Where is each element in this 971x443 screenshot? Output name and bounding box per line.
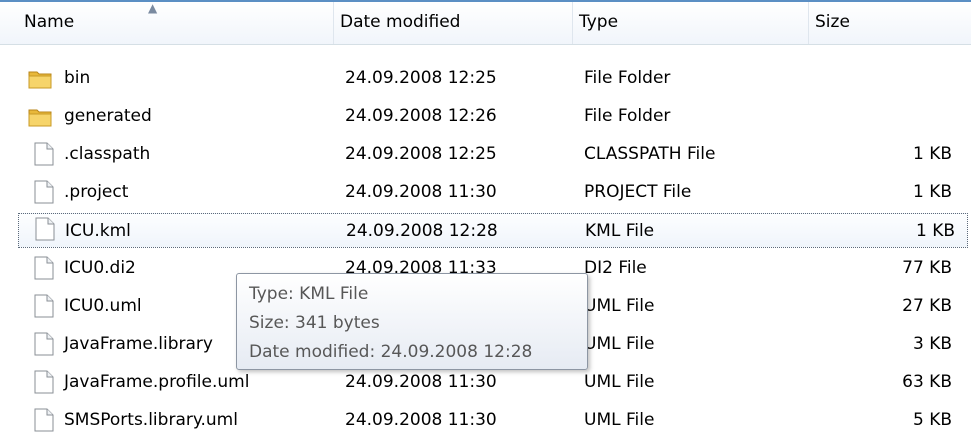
sort-ascending-icon: ▲ (148, 1, 158, 15)
folder-icon (28, 109, 52, 127)
tooltip-size: Size: 341 bytes (249, 313, 380, 333)
list-item-selected[interactable]: ICU.kml 24.09.2008 12:28 KML File 1 KB (18, 213, 968, 248)
folder-icon (28, 71, 52, 89)
file-name: ICU0.uml (64, 296, 142, 316)
file-date: 24.09.2008 12:28 (346, 221, 498, 241)
file-type: File Folder (584, 68, 671, 88)
file-name: JavaFrame.profile.uml (64, 372, 250, 392)
file-icon (34, 180, 54, 204)
file-size: 27 KB (902, 296, 952, 316)
column-header-name-label: Name (24, 12, 75, 32)
file-icon (34, 408, 54, 432)
file-name: ICU.kml (65, 221, 131, 241)
file-icon (34, 256, 54, 280)
file-date: 24.09.2008 12:26 (345, 106, 497, 126)
file-icon (34, 370, 54, 394)
file-icon (34, 332, 54, 356)
file-size: 1 KB (912, 144, 952, 164)
file-name: generated (64, 106, 152, 126)
file-icon (35, 217, 55, 241)
file-date: 24.09.2008 12:25 (345, 68, 497, 88)
column-header: ▲ Name Date modified Type Size (0, 1, 971, 45)
list-item[interactable]: JavaFrame.profile.uml 24.09.2008 11:30 U… (14, 365, 968, 400)
file-icon (34, 142, 54, 166)
file-icon (34, 294, 54, 318)
column-header-type-label: Type (579, 12, 619, 32)
file-size: 1 KB (912, 182, 952, 202)
column-header-name[interactable]: ▲ Name (18, 1, 334, 44)
file-size: 63 KB (902, 372, 952, 392)
file-type: UML File (584, 410, 655, 430)
file-name: .classpath (64, 144, 151, 164)
file-name: .project (64, 182, 129, 202)
file-size: 77 KB (902, 258, 952, 278)
column-header-size-label: Size (815, 12, 850, 32)
column-header-date[interactable]: Date modified (334, 2, 573, 44)
file-date: 24.09.2008 11:30 (345, 182, 497, 202)
file-date: 24.09.2008 11:30 (345, 372, 497, 392)
file-type: CLASSPATH File (584, 144, 716, 164)
list-item[interactable]: .classpath 24.09.2008 12:25 CLASSPATH Fi… (14, 137, 968, 172)
file-name: bin (64, 68, 91, 88)
column-header-size[interactable]: Size (809, 2, 971, 44)
list-item[interactable]: SMSPorts.library.uml 24.09.2008 11:30 UM… (14, 403, 968, 438)
file-size: 5 KB (912, 410, 952, 430)
column-header-date-label: Date modified (340, 12, 461, 32)
tooltip-date: Date modified: 24.09.2008 12:28 (249, 342, 533, 362)
file-date: 24.09.2008 11:30 (345, 410, 497, 430)
file-size: 3 KB (912, 334, 952, 354)
list-item[interactable]: .project 24.09.2008 11:30 PROJECT File 1… (14, 175, 968, 210)
file-name: SMSPorts.library.uml (64, 410, 238, 430)
file-date: 24.09.2008 12:25 (345, 144, 497, 164)
file-type: File Folder (584, 106, 671, 126)
file-type: UML File (584, 372, 655, 392)
file-info-tooltip: Type: KML File Size: 341 bytes Date modi… (236, 273, 588, 370)
file-size: 1 KB (915, 221, 955, 241)
file-name: ICU0.di2 (64, 258, 136, 278)
column-header-type[interactable]: Type (573, 2, 809, 44)
file-type: KML File (585, 221, 655, 241)
file-type: PROJECT File (584, 182, 692, 202)
list-item[interactable]: bin 24.09.2008 12:25 File Folder (14, 61, 968, 96)
file-type: UML File (584, 296, 655, 316)
file-type: UML File (584, 334, 655, 354)
list-item[interactable]: generated 24.09.2008 12:26 File Folder (14, 99, 968, 134)
tooltip-type: Type: KML File (249, 284, 369, 304)
file-type: DI2 File (584, 258, 647, 278)
file-name: JavaFrame.library (64, 334, 213, 354)
